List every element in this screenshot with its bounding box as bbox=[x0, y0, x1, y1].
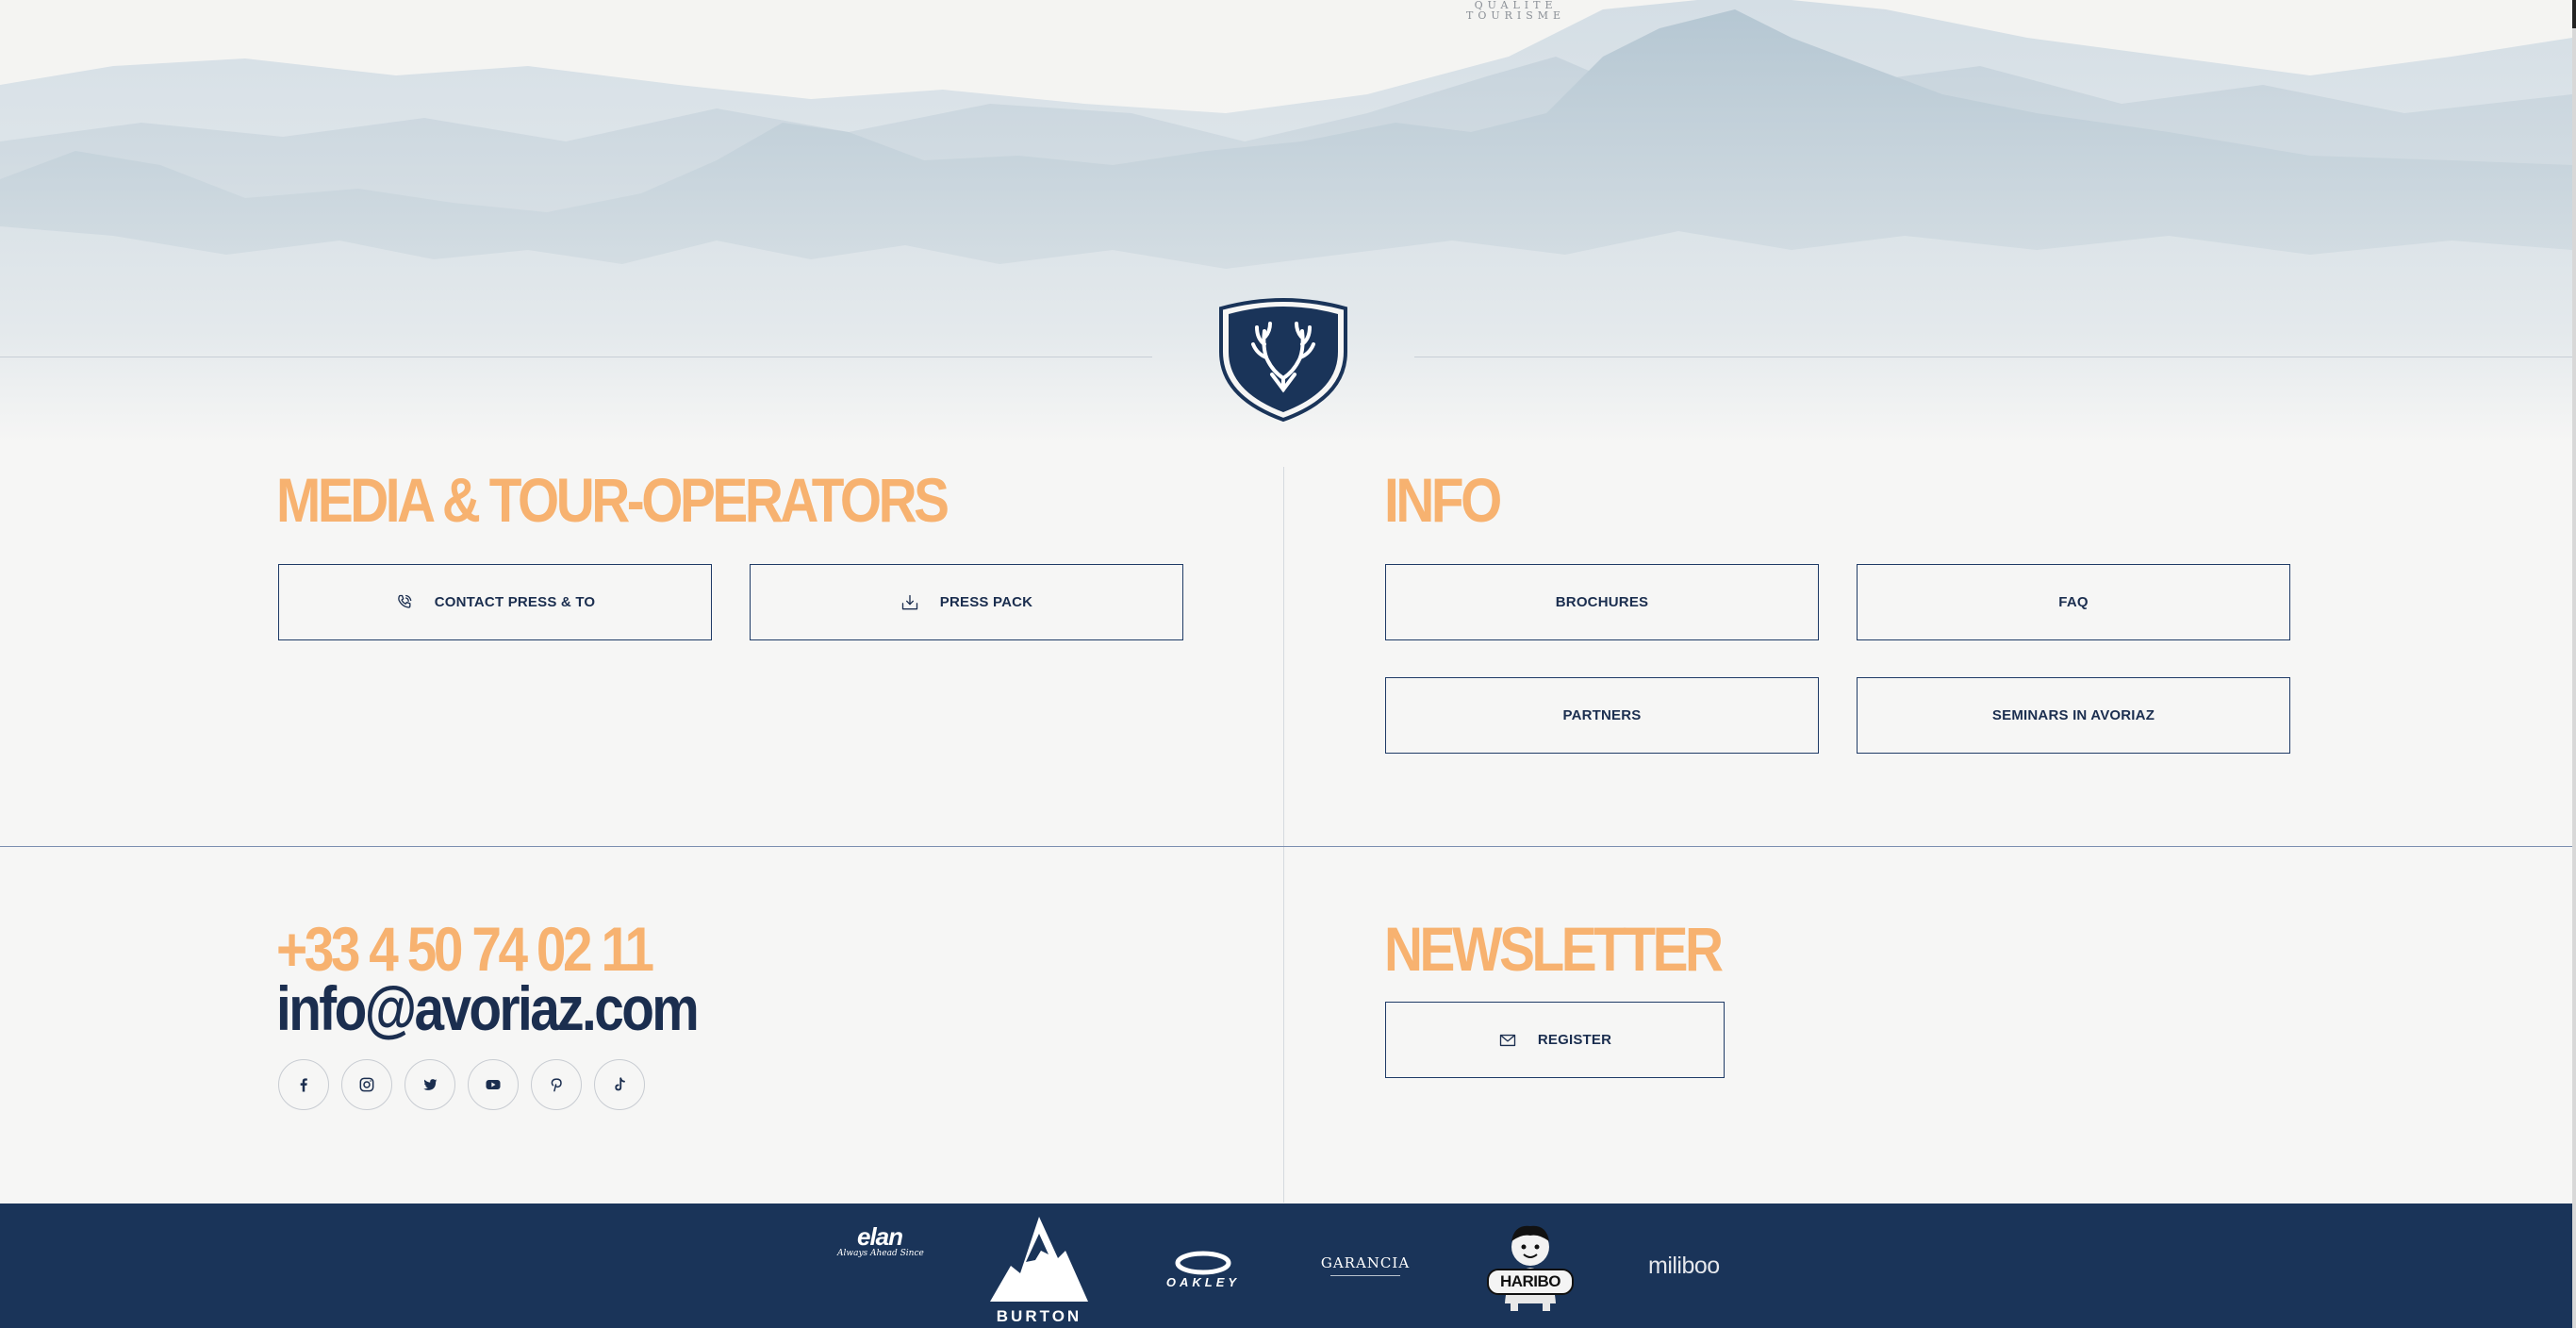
media-tour-operators-heading: MEDIA & TOUR-OPERATORS bbox=[276, 465, 949, 535]
facebook-link[interactable] bbox=[278, 1059, 329, 1110]
partner-miliboo-logo[interactable]: miliboo bbox=[1648, 1253, 1735, 1280]
garancia-wordmark: GARANCIA bbox=[1320, 1254, 1411, 1271]
pinterest-link[interactable] bbox=[531, 1059, 582, 1110]
press-pack-button[interactable]: PRESS PACK bbox=[750, 564, 1183, 640]
youtube-icon bbox=[486, 1080, 501, 1089]
oakley-wordmark: OAKLEY bbox=[1165, 1275, 1241, 1289]
twitter-link[interactable] bbox=[405, 1059, 455, 1110]
newsletter-heading: NEWSLETTER bbox=[1384, 914, 1724, 984]
instagram-icon bbox=[359, 1077, 374, 1092]
seminars-button[interactable]: SEMINARS IN AVORIAZ bbox=[1857, 677, 2290, 754]
seminars-label: SEMINARS IN AVORIAZ bbox=[1991, 707, 2155, 723]
faq-label: FAQ bbox=[2058, 594, 2089, 610]
garancia-rule bbox=[1330, 1275, 1400, 1276]
pinterest-icon bbox=[551, 1078, 562, 1092]
badge-line-2: TOURISME bbox=[1466, 9, 1566, 22]
elan-wordmark: elan bbox=[856, 1222, 903, 1251]
burton-mountain-icon bbox=[990, 1217, 1088, 1302]
burton-wordmark: BURTON bbox=[996, 1307, 1082, 1325]
phone-icon bbox=[397, 594, 412, 608]
quality-tourism-badge: QUALITÉ TOURISME bbox=[1466, 0, 1565, 21]
info-heading: INFO bbox=[1384, 465, 1502, 535]
register-label: REGISTER bbox=[1537, 1032, 1612, 1048]
instagram-link[interactable] bbox=[341, 1059, 392, 1110]
partners-button[interactable]: PARTNERS bbox=[1385, 677, 1819, 754]
partners-band: elan Always Ahead Since BURTON OAKLEY GA… bbox=[0, 1204, 2572, 1328]
partner-haribo-logo[interactable]: HARIBO bbox=[1486, 1222, 1575, 1311]
contact-press-button[interactable]: CONTACT PRESS & TO bbox=[278, 564, 712, 640]
miliboo-wordmark: miliboo bbox=[1648, 1253, 1720, 1279]
contact-press-label: CONTACT PRESS & TO bbox=[434, 594, 596, 610]
email-link[interactable]: info@avoriaz.com bbox=[276, 977, 700, 1039]
partner-burton-logo[interactable]: BURTON bbox=[988, 1217, 1090, 1325]
phone-number-link[interactable]: +33 4 50 74 02 11 bbox=[276, 918, 654, 980]
section-divider bbox=[0, 846, 2572, 847]
partners-label: PARTNERS bbox=[1562, 707, 1642, 723]
download-icon bbox=[901, 594, 917, 609]
tiktok-link[interactable] bbox=[594, 1059, 645, 1110]
column-divider bbox=[1283, 467, 1284, 1203]
twitter-icon bbox=[423, 1079, 438, 1090]
page: QUALITÉ TOURISME MEDIA & TOUR-OPERATORS bbox=[0, 0, 2572, 1328]
partner-garancia-logo[interactable]: GARANCIA bbox=[1320, 1254, 1411, 1276]
haribo-mascot-icon bbox=[1487, 1225, 1574, 1311]
envelope-icon bbox=[1499, 1034, 1516, 1046]
oakley-ellipse-icon bbox=[1175, 1251, 1231, 1275]
brochures-button[interactable]: BROCHURES bbox=[1385, 564, 1819, 640]
newsletter-register-button[interactable]: REGISTER bbox=[1385, 1002, 1725, 1078]
partner-elan-logo[interactable]: elan Always Ahead Since bbox=[837, 1222, 924, 1259]
facebook-icon bbox=[300, 1078, 307, 1092]
avoriaz-crest-logo[interactable] bbox=[1214, 295, 1353, 423]
scrollbar-thumb[interactable] bbox=[2572, 0, 2576, 28]
partner-oakley-logo[interactable]: OAKLEY bbox=[1154, 1251, 1252, 1290]
page-scrollbar[interactable] bbox=[2572, 0, 2576, 1328]
brochures-label: BROCHURES bbox=[1555, 594, 1649, 610]
tiktok-icon bbox=[615, 1077, 625, 1091]
faq-button[interactable]: FAQ bbox=[1857, 564, 2290, 640]
press-pack-label: PRESS PACK bbox=[939, 594, 1033, 610]
elan-tagline: Always Ahead Since bbox=[837, 1249, 924, 1258]
youtube-link[interactable] bbox=[468, 1059, 519, 1110]
haribo-wordmark: HARIBO bbox=[1499, 1272, 1561, 1290]
